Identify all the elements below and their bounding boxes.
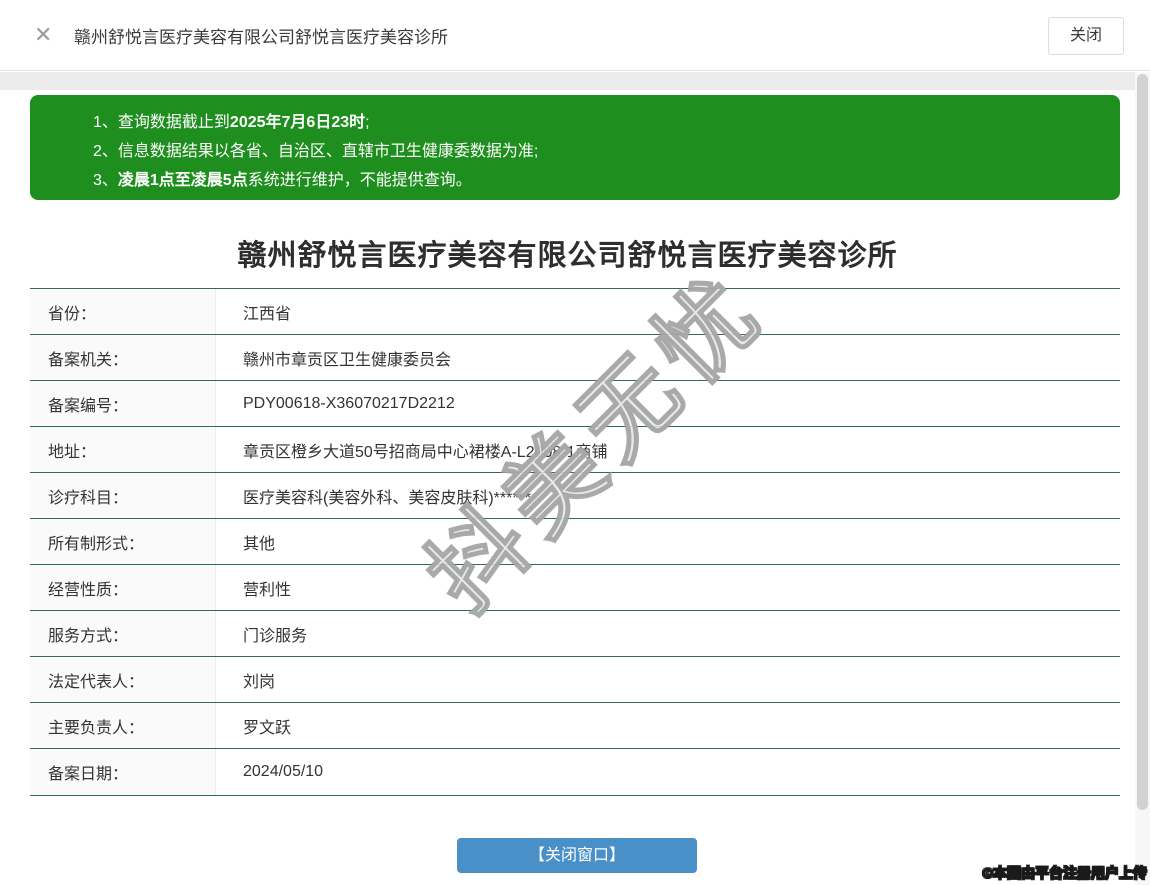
close-window-button[interactable]: 【关闭窗口】 — [457, 838, 697, 873]
notice-line-3-text: 系统进行维护，不能提供查询。 — [247, 172, 472, 189]
table-row-address: 地址： 章贡区橙乡大道50号招商局中心裙楼A-L2008-1商铺 — [30, 427, 1120, 473]
notice-line-1-bold: 2025年7月6日23时 — [229, 114, 366, 131]
row-value: 刘岗 — [243, 673, 276, 691]
row-value: 赣州市章贡区卫生健康委员会 — [243, 351, 452, 369]
row-value: PDY00618-X36070217D2212 — [243, 394, 455, 412]
copyright-text: ©本图由平台注册用户上传 — [982, 865, 1147, 882]
content-area: 1、查询数据截止到2025年7月6日23时; 2、信息数据结果以各省、自治区、直… — [0, 90, 1135, 885]
row-value: 医疗美容科(美容外科、美容皮肤科)****** — [243, 489, 532, 507]
scrollbar-thumb[interactable] — [1137, 74, 1148, 810]
row-value: 罗文跃 — [243, 719, 292, 737]
table-row-service-mode: 服务方式： 门诊服务 — [30, 611, 1120, 657]
row-label: 地址： — [30, 427, 216, 472]
table-row-filing-number: 备案编号： PDY00618-X36070217D2212 — [30, 381, 1120, 427]
row-label: 法定代表人： — [30, 657, 216, 702]
notice-line-3-num: 3、 — [93, 172, 118, 189]
row-label: 省份： — [30, 289, 216, 334]
header-title: 赣州舒悦言医疗美容有限公司舒悦言医疗美容诊所 — [74, 27, 448, 47]
row-label: 主要负责人： — [30, 703, 216, 748]
row-label: 所有制形式： — [30, 519, 216, 564]
notice-line-1: 1、查询数据截止到2025年7月6日23时; — [93, 108, 1100, 137]
notice-line-1-post: ; — [365, 114, 370, 131]
page-title: 赣州舒悦言医疗美容有限公司舒悦言医疗美容诊所 — [237, 240, 898, 272]
notice-line-1-num: 1、 — [93, 114, 118, 131]
row-value: 章贡区橙乡大道50号招商局中心裙楼A-L2008-1商铺 — [243, 443, 608, 461]
table-row-province: 省份： 江西省 — [30, 289, 1120, 335]
modal-page: ✕ 赣州舒悦言医疗美容有限公司舒悦言医疗美容诊所 关闭 1、查询数据截止到202… — [0, 0, 1150, 885]
row-label: 备案编号： — [30, 381, 216, 426]
table-row-filing-date: 备案日期： 2024/05/10 — [30, 749, 1120, 795]
row-value: 营利性 — [243, 581, 292, 599]
row-value: 江西省 — [243, 305, 292, 323]
info-table: 省份： 江西省 备案机关： 赣州市章贡区卫生健康委员会 备案编号： PDY006… — [30, 288, 1120, 796]
row-value: 2024/05/10 — [243, 763, 324, 780]
notice-box: 1、查询数据截止到2025年7月6日23时; 2、信息数据结果以各省、自治区、直… — [30, 95, 1120, 200]
notice-line-3: 3、凌晨1点至凌晨5点系统进行维护，不能提供查询。 — [93, 166, 1100, 195]
row-label: 备案日期： — [30, 749, 216, 795]
row-value: 门诊服务 — [243, 627, 308, 645]
row-label: 服务方式： — [30, 611, 216, 656]
table-row-ownership-form: 所有制形式： 其他 — [30, 519, 1120, 565]
close-button[interactable]: 关闭 — [1048, 17, 1124, 55]
row-label: 诊疗科目： — [30, 473, 216, 518]
notice-line-1-text: 查询数据截止到 — [117, 114, 230, 131]
notice-line-2-num: 2、 — [93, 143, 118, 160]
table-row-medical-subjects: 诊疗科目： 医疗美容科(美容外科、美容皮肤科)****** — [30, 473, 1120, 519]
notice-line-3-bold: 凌晨1点至凌晨5点 — [117, 172, 248, 189]
close-icon[interactable]: ✕ — [34, 24, 52, 46]
notice-line-2: 2、信息数据结果以各省、自治区、直辖市卫生健康委数据为准; — [93, 137, 1100, 166]
table-row-legal-representative: 法定代表人： 刘岗 — [30, 657, 1120, 703]
row-label: 备案机关： — [30, 335, 216, 380]
table-row-main-person-in-charge: 主要负责人： 罗文跃 — [30, 703, 1120, 749]
scrollbar-track[interactable] — [1135, 72, 1150, 885]
header-divider-band — [0, 72, 1150, 90]
header-bar: ✕ 赣州舒悦言医疗美容有限公司舒悦言医疗美容诊所 关闭 — [0, 0, 1150, 71]
table-row-filing-authority: 备案机关： 赣州市章贡区卫生健康委员会 — [30, 335, 1120, 381]
table-row-business-nature: 经营性质： 营利性 — [30, 565, 1120, 611]
notice-line-2-text: 信息数据结果以各省、自治区、直辖市卫生健康委数据为准; — [117, 143, 539, 160]
row-value: 其他 — [243, 535, 276, 553]
row-label: 经营性质： — [30, 565, 216, 610]
